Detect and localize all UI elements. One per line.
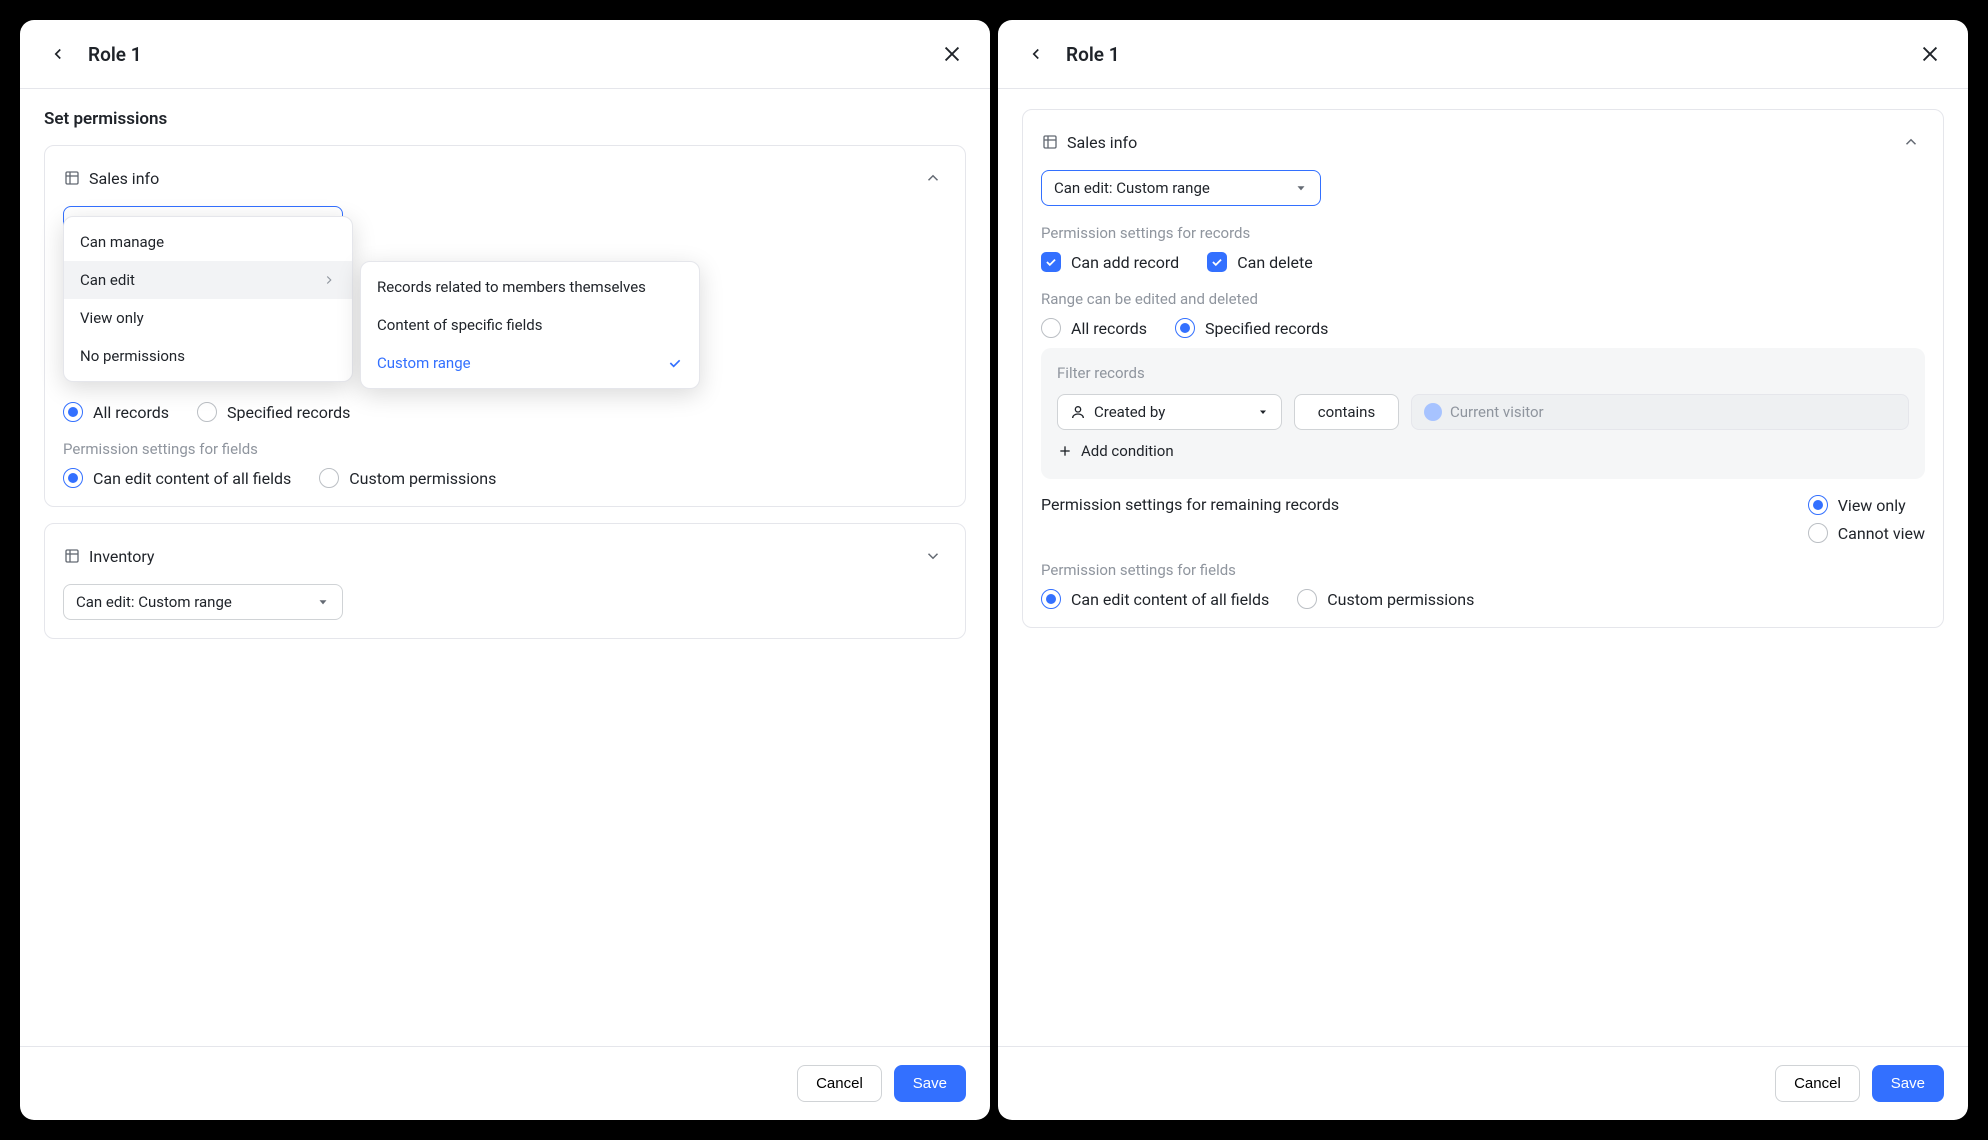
checkbox-can-delete[interactable]: Can delete	[1207, 252, 1313, 272]
filter-operator-select[interactable]: contains	[1294, 394, 1399, 430]
select-value: Can edit: Custom range	[1054, 179, 1210, 197]
dropdown-item-can-manage[interactable]: Can manage	[64, 223, 352, 261]
cancel-button[interactable]: Cancel	[1775, 1065, 1860, 1102]
panel-body: Set permissions Sales info Can edit: Cus…	[20, 89, 990, 1046]
fields-label: Permission settings for fields	[1041, 561, 1925, 579]
add-condition-button[interactable]: Add condition	[1057, 442, 1174, 460]
radio-icon	[63, 402, 83, 422]
range-radio-group: All records Specified records	[1041, 318, 1925, 338]
range-label: Range can be edited and deleted	[1041, 290, 1925, 308]
plus-icon	[1057, 443, 1073, 459]
radio-icon	[197, 402, 217, 422]
caret-down-icon	[316, 595, 330, 609]
radio-icon	[1808, 523, 1828, 543]
panel-title: Role 1	[1066, 43, 1900, 66]
permission-level-select[interactable]: Can edit: Custom range	[1041, 170, 1321, 206]
dropdown-item-view-only[interactable]: View only	[64, 299, 352, 337]
avatar-icon	[1424, 403, 1442, 421]
remaining-records-row: Permission settings for remaining record…	[1041, 495, 1925, 543]
records-label: Permission settings for records	[1041, 224, 1925, 242]
radio-icon	[1808, 495, 1828, 515]
panel-footer: Cancel Save	[20, 1046, 990, 1120]
panel-footer: Cancel Save	[998, 1046, 1968, 1120]
filter-value-select[interactable]: Current visitor	[1411, 394, 1909, 430]
person-icon	[1070, 404, 1086, 420]
radio-edit-all-fields[interactable]: Can edit content of all fields	[63, 468, 291, 488]
cancel-button[interactable]: Cancel	[797, 1065, 882, 1102]
radio-specified-records[interactable]: Specified records	[1175, 318, 1328, 338]
sales-info-card: Sales info Can edit: Custom range Permis…	[1022, 109, 1944, 628]
back-button[interactable]	[1022, 40, 1050, 68]
fields-label: Permission settings for fields	[63, 440, 947, 458]
radio-cannot-view[interactable]: Cannot view	[1808, 523, 1925, 543]
radio-icon	[1041, 589, 1061, 609]
remaining-radio-group: View only Cannot view	[1808, 495, 1925, 543]
filter-condition-row: Created by contains Current visitor	[1057, 394, 1909, 430]
radio-icon	[1175, 318, 1195, 338]
remaining-label: Permission settings for remaining record…	[1041, 495, 1768, 514]
can-edit-submenu: Records related to members themselves Co…	[360, 261, 700, 389]
dropdown-item-no-permissions[interactable]: No permissions	[64, 337, 352, 375]
filter-field-select[interactable]: Created by	[1057, 394, 1282, 430]
radio-icon	[319, 468, 339, 488]
save-button[interactable]: Save	[894, 1065, 966, 1102]
radio-all-records[interactable]: All records	[63, 402, 169, 422]
dropdown-item-can-edit[interactable]: Can edit	[64, 261, 352, 299]
radio-all-records[interactable]: All records	[1041, 318, 1147, 338]
collapse-button[interactable]	[1897, 128, 1925, 156]
caret-down-icon	[1257, 406, 1269, 418]
range-radio-group: All records Specified records	[63, 402, 947, 422]
radio-icon	[1041, 318, 1061, 338]
radio-edit-all-fields[interactable]: Can edit content of all fields	[1041, 589, 1269, 609]
back-button[interactable]	[44, 40, 72, 68]
panel-header: Role 1	[998, 20, 1968, 89]
inventory-permission-select[interactable]: Can edit: Custom range	[63, 584, 343, 620]
table-icon	[63, 169, 81, 187]
radio-specified-records[interactable]: Specified records	[197, 402, 350, 422]
close-button[interactable]	[938, 40, 966, 68]
submenu-item-custom-range[interactable]: Custom range	[361, 344, 699, 382]
chevron-right-icon	[322, 273, 336, 287]
radio-custom-permissions[interactable]: Custom permissions	[1297, 589, 1474, 609]
radio-icon	[1297, 589, 1317, 609]
sales-info-card: Sales info Can edit: Custom range Can ma…	[44, 145, 966, 507]
permission-dropdown: Can manage Can edit View only No permiss…	[63, 216, 353, 382]
expand-button[interactable]	[919, 542, 947, 570]
records-checkbox-group: Can add record Can delete	[1041, 252, 1925, 272]
select-value: Can edit: Custom range	[76, 593, 232, 611]
card-title: Sales info	[89, 169, 159, 188]
submenu-item-members[interactable]: Records related to members themselves	[361, 268, 699, 306]
inventory-card: Inventory Can edit: Custom range	[44, 523, 966, 639]
filter-title: Filter records	[1057, 364, 1909, 382]
radio-custom-permissions[interactable]: Custom permissions	[319, 468, 496, 488]
checkbox-icon	[1207, 252, 1227, 272]
collapse-button[interactable]	[919, 164, 947, 192]
card-title: Sales info	[1067, 133, 1137, 152]
panel-header: Role 1	[20, 20, 990, 89]
radio-view-only[interactable]: View only	[1808, 495, 1925, 515]
set-permissions-heading: Set permissions	[44, 109, 966, 129]
left-panel: Role 1 Set permissions Sales info Can ed…	[20, 20, 990, 1120]
save-button[interactable]: Save	[1872, 1065, 1944, 1102]
submenu-item-specific-fields[interactable]: Content of specific fields	[361, 306, 699, 344]
fields-radio-group: Can edit content of all fields Custom pe…	[1041, 589, 1925, 609]
card-title: Inventory	[89, 547, 155, 566]
panel-title: Role 1	[88, 43, 922, 66]
checkbox-can-add-record[interactable]: Can add record	[1041, 252, 1179, 272]
radio-icon	[63, 468, 83, 488]
check-icon	[667, 355, 683, 371]
filter-records-box: Filter records Created by contains	[1041, 348, 1925, 479]
right-panel: Role 1 Sales info Can edit: Custom range	[998, 20, 1968, 1120]
panel-body: Sales info Can edit: Custom range Permis…	[998, 89, 1968, 1046]
fields-radio-group: Can edit content of all fields Custom pe…	[63, 468, 947, 488]
table-icon	[63, 547, 81, 565]
close-button[interactable]	[1916, 40, 1944, 68]
checkbox-icon	[1041, 252, 1061, 272]
caret-down-icon	[1294, 181, 1308, 195]
table-icon	[1041, 133, 1059, 151]
